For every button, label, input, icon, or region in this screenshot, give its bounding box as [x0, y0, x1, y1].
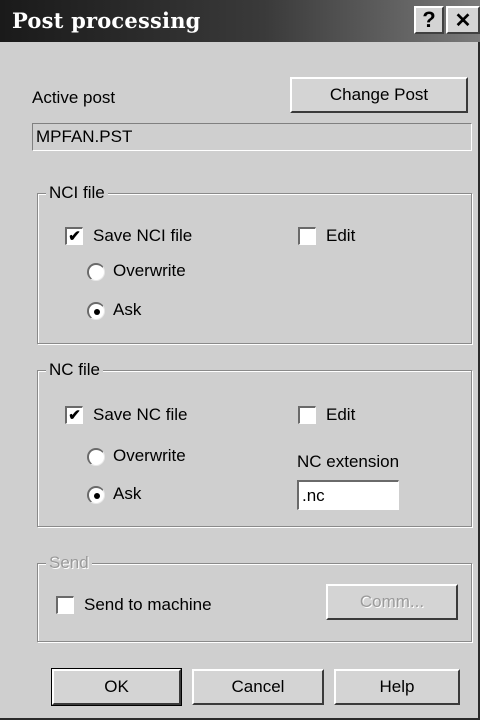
- nci-ask-label[interactable]: Ask: [113, 300, 141, 320]
- edit-nc-label[interactable]: Edit: [326, 405, 355, 425]
- window-title: Post processing: [12, 8, 201, 33]
- comm-button: Comm...: [326, 584, 458, 620]
- ok-button[interactable]: OK: [51, 668, 182, 706]
- question-mark-icon: ?: [422, 7, 436, 32]
- edit-nci-label[interactable]: Edit: [326, 226, 355, 246]
- save-nci-label[interactable]: Save NCI file: [93, 226, 192, 246]
- change-post-button[interactable]: Change Post: [290, 77, 468, 113]
- nci-overwrite-label[interactable]: Overwrite: [113, 261, 186, 281]
- radio-selected-dot: [93, 308, 100, 315]
- send-to-machine-label[interactable]: Send to machine: [84, 595, 212, 615]
- checkmark-icon: ✔: [68, 228, 81, 245]
- save-nc-checkbox[interactable]: ✔: [65, 406, 83, 424]
- save-nc-label[interactable]: Save NC file: [93, 405, 187, 425]
- help-button[interactable]: Help: [334, 669, 460, 705]
- active-post-label: Active post: [32, 88, 116, 107]
- nc-overwrite-radio[interactable]: [87, 448, 105, 466]
- active-post-field: MPFAN.PST: [32, 123, 472, 151]
- nc-file-group: NC file: [37, 360, 472, 527]
- close-title-button[interactable]: ✕: [446, 6, 480, 34]
- nc-file-group-title: NC file: [46, 360, 104, 380]
- nc-extension-input[interactable]: [297, 480, 399, 510]
- nc-extension-label: NC extension: [297, 452, 400, 471]
- title-bar[interactable]: Post processing ? ✕: [0, 0, 480, 42]
- edit-nc-checkbox[interactable]: [298, 406, 316, 424]
- radio-selected-dot: [93, 492, 100, 499]
- checkmark-icon: ✔: [68, 407, 81, 424]
- edit-nci-checkbox[interactable]: [298, 227, 316, 245]
- nci-ask-radio[interactable]: [87, 302, 105, 320]
- close-icon: ✕: [454, 9, 472, 32]
- nc-overwrite-label[interactable]: Overwrite: [113, 446, 186, 466]
- cancel-button[interactable]: Cancel: [192, 669, 324, 705]
- nci-overwrite-radio[interactable]: [87, 263, 105, 281]
- send-group-title: Send: [46, 553, 92, 573]
- nci-file-group-title: NCI file: [46, 183, 108, 203]
- save-nci-checkbox[interactable]: ✔: [65, 227, 83, 245]
- post-processing-dialog: Post processing ? ✕ Active post Change P…: [0, 0, 480, 720]
- help-title-button[interactable]: ?: [414, 6, 444, 34]
- nc-ask-radio[interactable]: [87, 486, 105, 504]
- send-to-machine-checkbox[interactable]: [56, 596, 74, 614]
- nc-ask-label[interactable]: Ask: [113, 484, 141, 504]
